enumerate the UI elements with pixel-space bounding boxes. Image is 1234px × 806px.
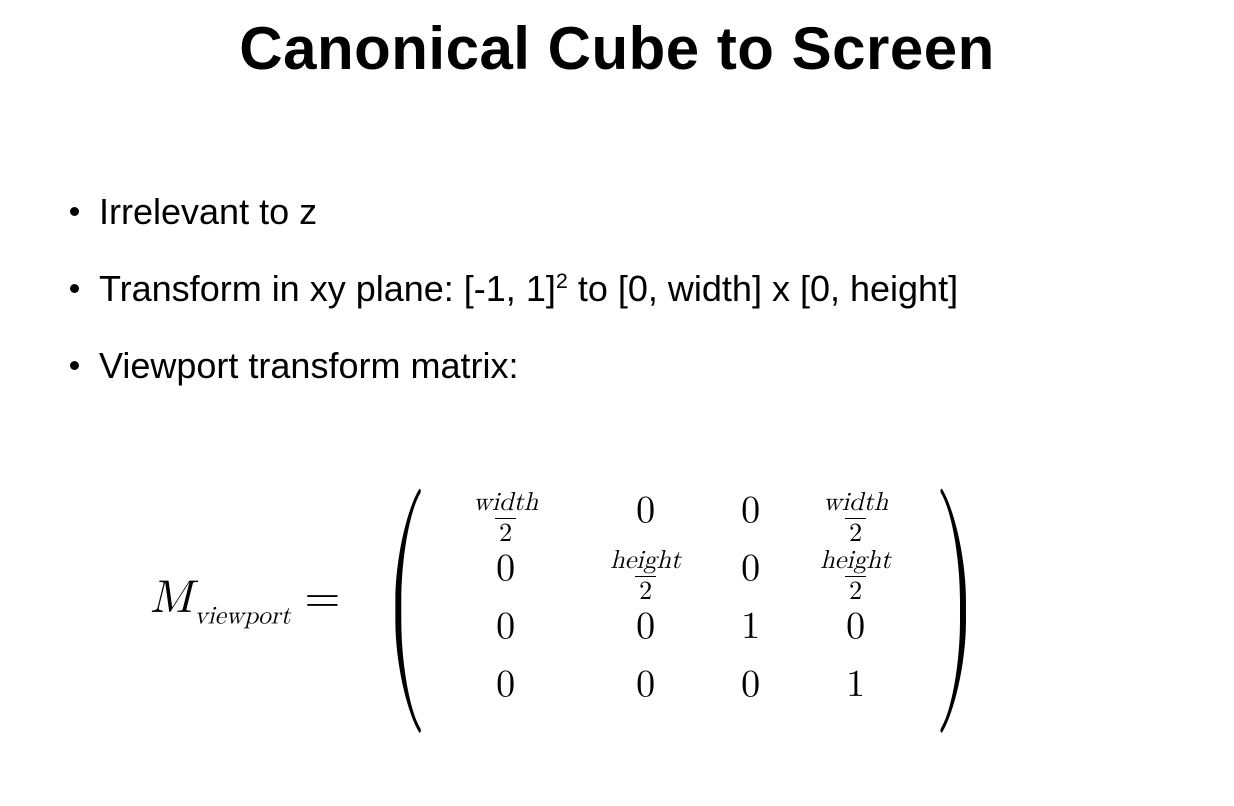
matrix-cell: 0 bbox=[741, 662, 760, 708]
bullet-item: Transform in xy plane: [-1, 1]2 to [0, w… bbox=[70, 267, 1174, 310]
bullet-text-part: to [0, width] x [0, height] bbox=[568, 268, 958, 309]
superscript: 2 bbox=[556, 268, 568, 293]
matrix-cell: 0 bbox=[496, 662, 515, 708]
matrix-cell: 0 bbox=[846, 604, 865, 650]
matrix-cell: 1 bbox=[741, 604, 760, 650]
matrix-grid: width 2 0 0 width 2 0 height bbox=[430, 480, 932, 716]
bullet-item: Irrelevant to z bbox=[70, 190, 1174, 233]
equals-sign: = bbox=[305, 571, 341, 626]
matrix-cell: 0 bbox=[636, 662, 655, 708]
matrix-cell: 0 bbox=[636, 488, 655, 534]
matrix-cell: 0 bbox=[496, 604, 515, 650]
fraction: width 2 bbox=[471, 490, 540, 547]
bullet-text: Transform in xy plane: [-1, 1]2 to [0, w… bbox=[99, 267, 958, 310]
fraction-numerator: width bbox=[471, 490, 540, 518]
bullet-text-part: Transform in xy plane: [-1, 1] bbox=[99, 268, 556, 309]
fraction-numerator: width bbox=[821, 490, 890, 518]
right-paren-icon: ) bbox=[934, 480, 977, 716]
matrix-cell: 0 bbox=[741, 546, 760, 592]
matrix-cell: width 2 bbox=[471, 476, 540, 547]
matrix-cell: height 2 bbox=[818, 534, 893, 605]
fraction-denominator: 2 bbox=[845, 576, 866, 605]
symbol-subscript: viewport bbox=[194, 601, 290, 631]
matrix-symbol: Mviewport bbox=[150, 571, 291, 626]
bullet-dot-icon bbox=[70, 207, 79, 216]
fraction-numerator: height bbox=[818, 548, 893, 576]
equation: Mviewport = ( width 2 0 0 width 2 bbox=[150, 480, 1003, 716]
bullet-item: Viewport transform matrix: bbox=[70, 344, 1174, 387]
fraction: height 2 bbox=[818, 548, 893, 605]
bullet-text: Irrelevant to z bbox=[99, 190, 317, 233]
slide-title: Canonical Cube to Screen bbox=[0, 14, 1234, 83]
bullet-dot-icon bbox=[70, 361, 79, 370]
matrix-cell: height 2 bbox=[608, 534, 683, 605]
matrix-cell: 0 bbox=[636, 604, 655, 650]
bullet-dot-icon bbox=[70, 284, 79, 293]
symbol-M: M bbox=[150, 575, 192, 621]
fraction-numerator: height bbox=[608, 548, 683, 576]
fraction-denominator: 2 bbox=[635, 576, 656, 605]
matrix-cell: 0 bbox=[496, 546, 515, 592]
fraction-denominator: 2 bbox=[495, 518, 516, 547]
matrix-cell: 1 bbox=[846, 662, 865, 708]
bullet-list: Irrelevant to z Transform in xy plane: [… bbox=[70, 190, 1174, 422]
matrix: ( width 2 0 0 width 2 0 bbox=[358, 480, 1003, 716]
matrix-cell: 0 bbox=[741, 488, 760, 534]
left-paren-icon: ( bbox=[385, 480, 428, 716]
fraction: height 2 bbox=[608, 548, 683, 605]
slide: Canonical Cube to Screen Irrelevant to z… bbox=[0, 0, 1234, 806]
bullet-text: Viewport transform matrix: bbox=[99, 344, 518, 387]
